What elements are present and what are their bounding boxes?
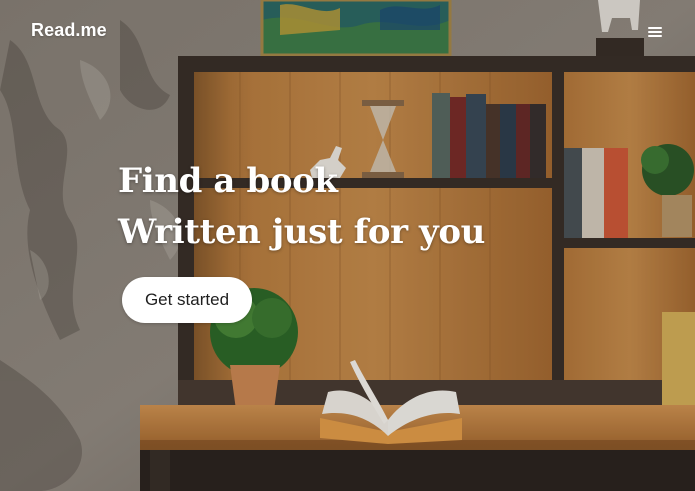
menu-line	[648, 31, 662, 33]
headline-line-2: Written just for you	[118, 212, 485, 252]
hamburger-menu-icon[interactable]	[643, 22, 667, 42]
headline-line-1: Find a book	[118, 161, 338, 201]
hero-headline: Find a book Written just for you	[118, 156, 485, 258]
hero-section: Read.me Find a book Written just for you…	[0, 0, 695, 491]
get-started-button[interactable]: Get started	[122, 277, 252, 323]
menu-line	[648, 35, 662, 37]
brand-logo[interactable]: Read.me	[31, 20, 107, 41]
top-navigation: Read.me	[0, 0, 695, 64]
menu-line	[648, 27, 662, 29]
